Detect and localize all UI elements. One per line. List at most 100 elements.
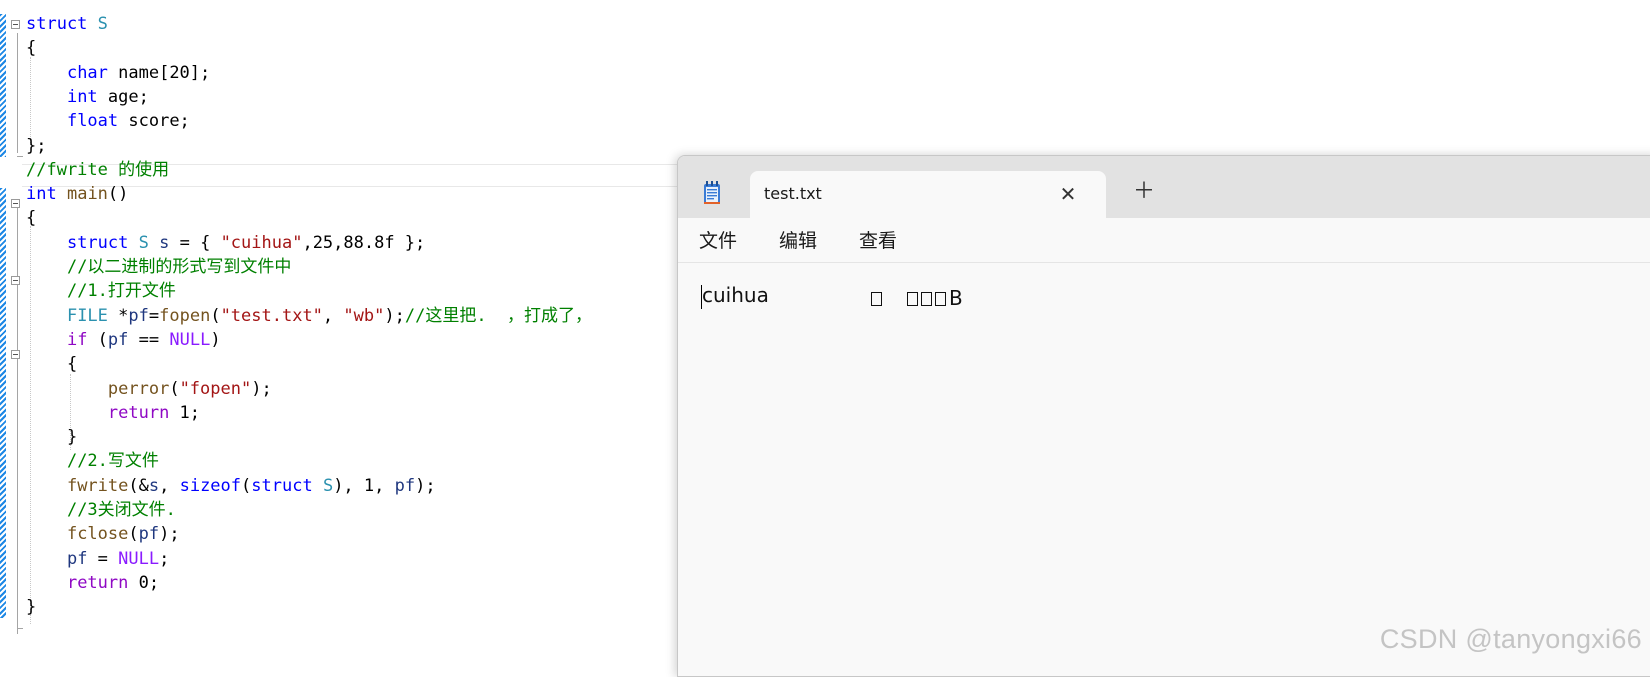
- menu-view[interactable]: 查看: [859, 226, 897, 253]
- fold-gutter-line: [17, 33, 18, 153]
- code-token: 1;: [169, 402, 201, 423]
- unprintable-char: [871, 286, 885, 310]
- code-token: =: [148, 305, 160, 326]
- file-content: cuihua: [702, 283, 769, 307]
- code-token: ==: [128, 329, 170, 350]
- code-token: main: [66, 184, 108, 205]
- code-line: //fwrite 的使用: [26, 158, 169, 182]
- code-token: //这里把. ，打成了，: [404, 305, 593, 326]
- code-token: s: [159, 232, 170, 253]
- code-token: S: [322, 475, 334, 496]
- change-bar: [0, 188, 6, 618]
- code-token: char: [66, 62, 108, 83]
- code-token: pf: [66, 548, 88, 569]
- fold-gutter-line: [17, 204, 18, 634]
- code-line: {: [26, 206, 36, 230]
- code-token: (: [241, 475, 252, 496]
- code-line: return 0;: [26, 571, 159, 595]
- code-token: ,25,88.8f };: [302, 232, 426, 253]
- unprintable-chars: B: [907, 286, 963, 310]
- code-token: float: [66, 111, 119, 132]
- code-token: (): [107, 184, 129, 205]
- fold-end-marker: [17, 156, 23, 157]
- text-editor-area[interactable]: cuihua B: [678, 263, 1650, 676]
- code-line: struct S s = { "cuihua",25,88.8f };: [26, 231, 425, 255]
- close-icon[interactable]: ✕: [1054, 180, 1082, 208]
- code-token: struct: [66, 232, 129, 253]
- code-token: NULL: [118, 548, 160, 569]
- code-token: pf: [128, 305, 149, 326]
- code-token: perror: [107, 378, 170, 399]
- menu-edit[interactable]: 编辑: [779, 226, 817, 253]
- code-line: int main(): [26, 182, 128, 206]
- code-line: {: [26, 352, 77, 376]
- code-token: //2.写文件: [66, 451, 159, 472]
- code-token: pf: [138, 524, 160, 545]
- code-token: //以二进制的形式写到文件中: [66, 257, 292, 277]
- code-token: return: [66, 572, 129, 593]
- fold-toggle[interactable]: [11, 199, 20, 208]
- code-token: pf: [394, 475, 416, 496]
- code-line: char name[20];: [26, 61, 210, 85]
- code-line: float score;: [26, 109, 190, 133]
- code-token: ): [210, 329, 221, 350]
- code-token: 0;: [128, 572, 160, 593]
- code-line: if (pf == NULL): [26, 328, 221, 352]
- code-token: NULL: [169, 329, 211, 350]
- code-line: pf = NULL;: [26, 547, 169, 571]
- code-line: int age;: [26, 85, 149, 109]
- code-token: fwrite: [66, 475, 129, 496]
- code-token: {: [26, 38, 37, 59]
- code-token: (: [169, 378, 180, 399]
- tab-test-txt[interactable]: test.txt ✕: [750, 171, 1106, 219]
- title-bar[interactable]: test.txt ✕ ＋: [678, 156, 1650, 219]
- menu-file[interactable]: 文件: [699, 226, 737, 253]
- code-token: int: [26, 184, 57, 205]
- code-token: ,: [159, 475, 180, 496]
- plus-icon[interactable]: ＋: [1130, 178, 1158, 206]
- code-token: *: [107, 305, 129, 326]
- code-token: );: [251, 378, 272, 399]
- code-token: (: [87, 329, 108, 350]
- code-line: perror("fopen");: [26, 377, 272, 401]
- code-token: );: [159, 524, 180, 545]
- code-token: );: [415, 475, 436, 496]
- code-line: fclose(pf);: [26, 522, 180, 546]
- watermark: CSDN @tanyongxi66: [1379, 624, 1642, 654]
- code-token: S: [97, 14, 108, 34]
- code-token: };: [26, 135, 47, 156]
- fold-toggle[interactable]: [11, 350, 20, 359]
- fold-toggle[interactable]: [11, 20, 20, 29]
- code-line: }: [26, 425, 77, 449]
- code-token: "test.txt": [220, 305, 323, 326]
- code-token: pf: [107, 329, 129, 350]
- code-line: //3关闭文件.: [26, 498, 176, 522]
- code-token: ;: [159, 548, 170, 569]
- code-line: return 1;: [26, 401, 200, 425]
- code-token: }: [26, 597, 37, 618]
- fold-toggle[interactable]: [11, 276, 20, 285]
- change-bar: [0, 14, 6, 157]
- code-token: return: [107, 402, 170, 423]
- code-line: }: [26, 595, 36, 619]
- notepad-window[interactable]: test.txt ✕ ＋ 文件 编辑 查看 cuihua B: [677, 155, 1650, 677]
- code-token: }: [26, 427, 78, 448]
- fold-end-marker: [17, 628, 23, 629]
- code-line: //1.打开文件: [26, 279, 176, 303]
- code-token: (&: [128, 475, 149, 496]
